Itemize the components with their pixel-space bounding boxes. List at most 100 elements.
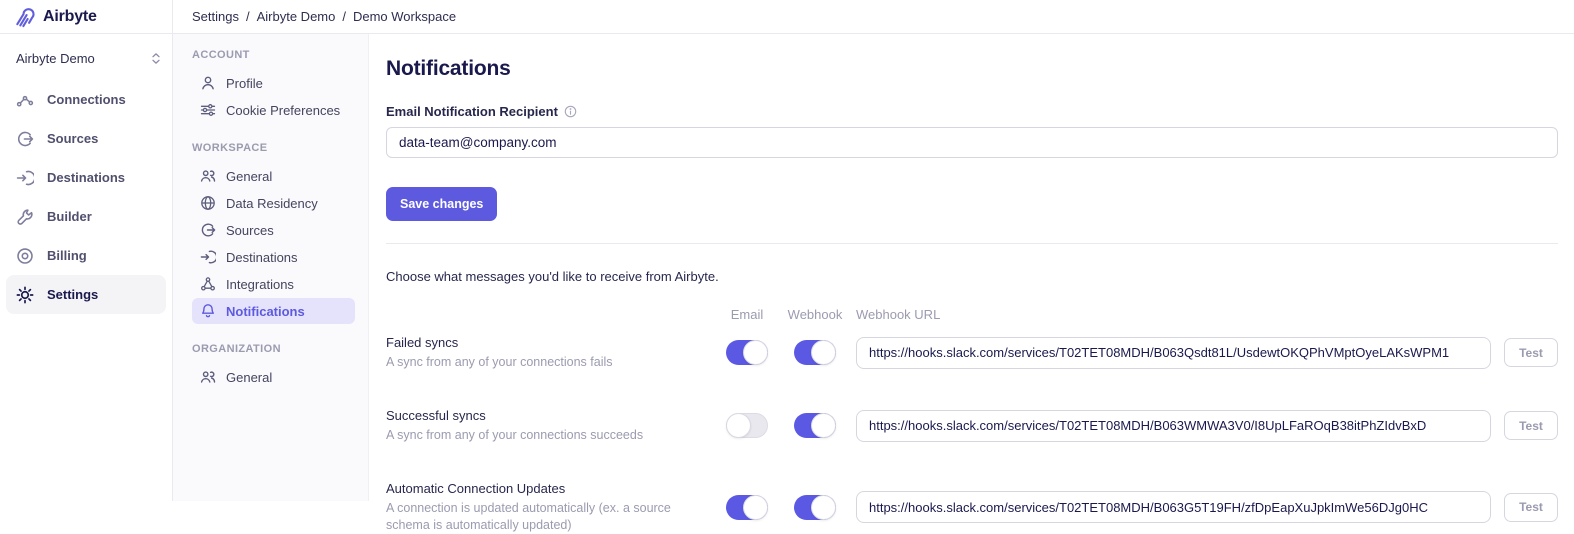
settings-nav-item-label: General [226, 169, 272, 184]
sidebar-item-label: Billing [47, 248, 87, 263]
gear-icon [16, 286, 34, 304]
test-webhook-button[interactable]: Test [1504, 338, 1558, 367]
row-text: Automatic Connection Updates A connectio… [386, 481, 713, 534]
webhook-url-input[interactable] [856, 410, 1491, 442]
column-header-webhook-url: Webhook URL [849, 307, 1504, 322]
user-icon [200, 75, 216, 91]
breadcrumb-organization[interactable]: Airbyte Demo [257, 9, 336, 24]
email-toggle[interactable] [726, 340, 768, 365]
settings-nav-item-notifications[interactable]: Notifications [192, 298, 355, 324]
workspace-selector[interactable]: Airbyte Demo [0, 43, 172, 73]
row-name: Failed syncs [386, 335, 713, 350]
settings-nav-item-general[interactable]: General [192, 163, 355, 189]
sidebar-item-settings[interactable]: Settings [6, 275, 166, 314]
settings-nav-section-workspace: WORKSPACE General Data Residency [192, 142, 355, 324]
email-toggle[interactable] [726, 495, 768, 520]
airbyte-logo-icon [13, 5, 36, 28]
row-description: A sync from any of your connections fail… [386, 354, 713, 371]
settings-nav-item-sources[interactable]: Sources [192, 217, 355, 243]
sidebar-item-destinations[interactable]: Destinations [6, 158, 166, 197]
webhook-toggle[interactable] [794, 495, 836, 520]
main-sidebar: Airbyte Demo Connections [0, 34, 173, 501]
row-text: Successful syncs A sync from any of your… [386, 408, 713, 444]
sidebar-item-label: Destinations [47, 170, 125, 185]
settings-nav-item-label: Sources [226, 223, 274, 238]
section-title: WORKSPACE [192, 142, 355, 154]
test-webhook-button[interactable]: Test [1504, 493, 1558, 522]
chevron-up-down-icon [151, 52, 161, 65]
webhook-url-cell [849, 337, 1504, 369]
settings-nav-item-destinations[interactable]: Destinations [192, 244, 355, 270]
toggle-knob [811, 413, 836, 438]
info-icon[interactable] [564, 105, 577, 118]
settings-nav-item-org-general[interactable]: General [192, 364, 355, 390]
settings-nav-item-label: Profile [226, 76, 263, 91]
sidebar-item-label: Connections [47, 92, 126, 107]
email-toggle[interactable] [726, 413, 768, 438]
webhook-toggle[interactable] [794, 413, 836, 438]
sliders-icon [200, 102, 216, 118]
integrations-icon [200, 276, 216, 292]
webhook-url-cell [849, 491, 1504, 523]
source-icon [16, 130, 34, 148]
workspace-selector-label: Airbyte Demo [16, 51, 95, 66]
webhook-url-input[interactable] [856, 337, 1491, 369]
breadcrumb-settings[interactable]: Settings [192, 9, 239, 24]
breadcrumb: Settings / Airbyte Demo / Demo Workspace [173, 0, 456, 33]
row-name: Successful syncs [386, 408, 713, 423]
email-recipient-input[interactable] [386, 127, 1558, 158]
settings-nav-item-label: Integrations [226, 277, 294, 292]
breadcrumb-separator: / [342, 9, 346, 24]
column-header-email: Email [713, 307, 781, 322]
settings-nav-item-label: Cookie Preferences [226, 103, 340, 118]
row-description: A sync from any of your connections succ… [386, 427, 713, 444]
email-recipient-label-text: Email Notification Recipient [386, 104, 558, 119]
settings-nav-section-account: ACCOUNT Profile Cookie Preferences [192, 49, 355, 123]
webhook-url-input[interactable] [856, 491, 1491, 523]
section-title: ACCOUNT [192, 49, 355, 61]
breadcrumb-separator: / [246, 9, 250, 24]
sidebar-item-billing[interactable]: Billing [6, 236, 166, 275]
breadcrumb-workspace[interactable]: Demo Workspace [353, 9, 456, 24]
bell-icon [200, 303, 216, 319]
notifications-table: Email Webhook Webhook URL Failed syncs A… [386, 307, 1558, 534]
sidebar-item-label: Builder [47, 209, 92, 224]
webhook-toggle[interactable] [794, 340, 836, 365]
connections-icon [16, 91, 34, 109]
sidebar-item-connections[interactable]: Connections [6, 80, 166, 119]
section-title: ORGANIZATION [192, 343, 355, 355]
sidebar-item-sources[interactable]: Sources [6, 119, 166, 158]
users-icon [200, 168, 216, 184]
sidebar-item-label: Sources [47, 131, 98, 146]
logo-area[interactable]: Airbyte [0, 0, 173, 33]
sidebar-item-label: Settings [47, 287, 98, 302]
sidebar-item-builder[interactable]: Builder [6, 197, 166, 236]
toggle-knob [811, 495, 836, 520]
notifications-table-header: Email Webhook Webhook URL [386, 307, 1558, 322]
row-text: Failed syncs A sync from any of your con… [386, 335, 713, 371]
settings-nav-item-label: Data Residency [226, 196, 318, 211]
source-icon [200, 222, 216, 238]
settings-nav-item-profile[interactable]: Profile [192, 70, 355, 96]
row-description: A connection is updated automatically (e… [386, 500, 713, 534]
notifications-description: Choose what messages you'd like to recei… [386, 269, 1558, 284]
row-name: Automatic Connection Updates [386, 481, 713, 496]
test-webhook-button[interactable]: Test [1504, 411, 1558, 440]
save-changes-button[interactable]: Save changes [386, 187, 497, 221]
toggle-knob [743, 340, 768, 365]
settings-nav-item-label: Notifications [226, 304, 305, 319]
settings-nav: ACCOUNT Profile Cookie Preferences [173, 34, 369, 501]
notification-row-automatic-connection-updates: Automatic Connection Updates A connectio… [386, 481, 1558, 534]
webhook-url-cell [849, 410, 1504, 442]
page-title: Notifications [386, 57, 1558, 81]
settings-nav-item-cookie-preferences[interactable]: Cookie Preferences [192, 97, 355, 123]
settings-nav-item-data-residency[interactable]: Data Residency [192, 190, 355, 216]
settings-nav-item-integrations[interactable]: Integrations [192, 271, 355, 297]
users-icon [200, 369, 216, 385]
section-divider [386, 243, 1558, 244]
settings-nav-item-label: Destinations [226, 250, 298, 265]
settings-nav-section-organization: ORGANIZATION General [192, 343, 355, 390]
toggle-knob [726, 413, 751, 438]
toggle-knob [743, 495, 768, 520]
logo-wordmark: Airbyte [43, 8, 97, 26]
